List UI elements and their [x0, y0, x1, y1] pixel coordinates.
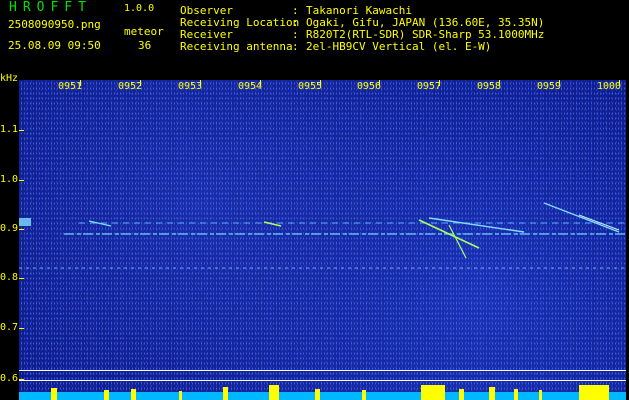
- time-label: 0956: [357, 81, 382, 92]
- meteor-echo: [543, 202, 620, 233]
- meteor-count: 36: [138, 39, 152, 52]
- time-tick: [140, 80, 141, 86]
- freq-tick: [19, 278, 24, 279]
- freq-tick: [19, 130, 24, 131]
- time-label: 0953: [178, 81, 203, 92]
- signal-traces: [19, 202, 626, 269]
- freq-tick: [19, 229, 24, 230]
- time-label: 0958: [477, 81, 502, 92]
- time-tick: [439, 80, 440, 86]
- time-label: 0959: [537, 81, 562, 92]
- time-tick: [260, 80, 261, 86]
- signal-level-strip: [19, 385, 626, 400]
- time-label: 0957: [417, 81, 442, 92]
- info-value-antenna: 2el-HB9CV Vertical (el. E-W): [306, 40, 492, 53]
- y-tick-label: 0.7: [0, 322, 19, 333]
- band-line: [19, 370, 626, 371]
- freq-tick: [19, 180, 24, 181]
- time-tick: [200, 80, 201, 86]
- date-time: 25.08.09 09:50: [8, 39, 101, 52]
- file-name: 2508090950.png: [8, 18, 101, 31]
- freq-tick: [19, 328, 24, 329]
- time-tick: [379, 80, 380, 86]
- meteor-label: meteor: [124, 25, 164, 38]
- signal-blob: [19, 218, 31, 226]
- band-line: [19, 380, 626, 381]
- time-tick: [320, 80, 321, 86]
- time-tick: [619, 80, 620, 86]
- time-label: 0954: [238, 81, 263, 92]
- time-tick: [499, 80, 500, 86]
- time-label: 0951: [58, 81, 83, 92]
- y-tick-label: 1.0: [0, 174, 19, 185]
- y-tick-label: 0.9: [0, 223, 19, 234]
- header-panel: HROFFT 1.0.0 2508090950.png meteor 25.08…: [0, 0, 629, 78]
- info-colon: :: [292, 40, 299, 53]
- y-tick-label: 1.1: [0, 124, 19, 135]
- spectrogram-area: [19, 80, 626, 395]
- time-tick: [80, 80, 81, 86]
- time-tick: [559, 80, 560, 86]
- level-baseline: [19, 392, 626, 400]
- app-version: 1.0.0: [124, 3, 155, 14]
- time-label: 1000: [597, 81, 622, 92]
- info-label-antenna: Receiving antenna: [180, 40, 293, 53]
- time-label: 0955: [298, 81, 323, 92]
- time-label: 0952: [118, 81, 143, 92]
- app-logo: HROFFT: [9, 0, 92, 15]
- meteor-echo: [428, 217, 525, 233]
- y-axis-unit: kHz: [0, 73, 19, 84]
- y-tick-label: 0.8: [0, 272, 19, 283]
- y-tick-label: 0.6: [0, 373, 19, 384]
